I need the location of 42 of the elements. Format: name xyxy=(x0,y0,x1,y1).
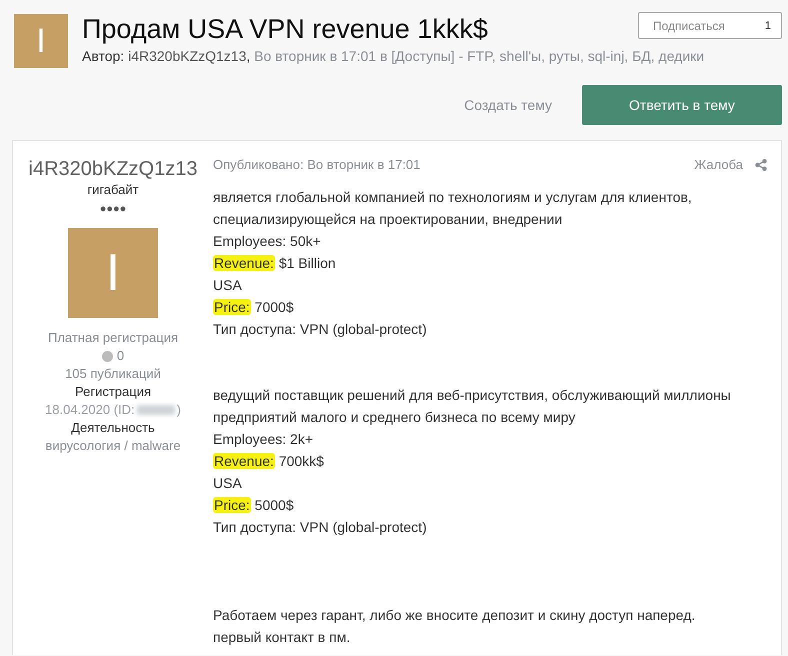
post-count: 105 публикаций xyxy=(65,365,161,383)
share-icon[interactable] xyxy=(755,158,767,170)
post-text-line: USA xyxy=(213,474,243,493)
post-text-line: Price: 5000$ xyxy=(213,496,295,515)
post-text-line: является глобальной компанией по технологиям и услугам для клиентов, xyxy=(213,188,693,207)
post-text-line: Employees: 50k+ xyxy=(213,232,322,251)
topic-meta: Во вторник в 17:01 в [Доступы] - FTP, shell'ы, руты, sql-inj, БД, дедики xyxy=(254,48,704,64)
member-group: Платная регистрация xyxy=(48,329,178,347)
author-avatar: I xyxy=(68,228,158,318)
reputation-icon xyxy=(102,350,113,362)
paren-text: ) xyxy=(176,401,181,419)
published-date: Опубликовано: Во вторник в 17:01 xyxy=(213,157,420,172)
post-text-line: Employees: 2k+ xyxy=(213,430,314,449)
subscriber-count: 1 xyxy=(764,20,771,32)
post-text-line: Тип доступа: VPN (global-protect) xyxy=(213,320,428,339)
report-link[interactable]: Жалоба xyxy=(694,157,743,172)
post-text-line: Revenue: $1 Billion xyxy=(213,254,337,273)
author-label: Автор: xyxy=(82,48,124,64)
blurred-id xyxy=(136,405,175,415)
topic-title: Продам USA VPN revenue 1kkk$ xyxy=(82,13,489,46)
comma-text: , xyxy=(246,48,250,64)
post-text-line: предприятий малого и среднего бизнеса по всему миру xyxy=(213,408,576,427)
activity-value: вирусология / malware xyxy=(45,437,181,455)
author-link[interactable]: i4R320bKZzQ1z13 xyxy=(128,48,246,64)
author-name[interactable]: i4R320bKZzQ1z13 xyxy=(28,157,198,181)
reply-button[interactable]: Ответить в тему xyxy=(582,85,782,125)
post-text-line: USA xyxy=(213,276,243,295)
post-text-line: специализирующейся на проектировании, внедрении xyxy=(213,210,564,229)
subscribe-button[interactable]: Подписаться 1 xyxy=(638,12,782,39)
rank-pips: ●●●● xyxy=(100,202,126,217)
registration-label: Регистрация xyxy=(75,383,151,401)
activity-label: Деятельность xyxy=(71,419,155,437)
registration-date: 18.04.2020 (ID: xyxy=(45,401,135,419)
post-text-line: первый контакт в пм. xyxy=(213,628,352,647)
post-text-line: ведущий поставщик решений для веб-присутствия, обслуживающий миллионы xyxy=(213,386,732,405)
post-text-line: Revenue: 700kk$ xyxy=(213,452,325,471)
post-text-line: Тип доступа: VPN (global-protect) xyxy=(213,518,428,537)
topic-avatar: I xyxy=(14,14,68,68)
reputation-count: 0 xyxy=(116,347,124,365)
post-text-line: Price: 7000$ xyxy=(213,298,295,317)
post-text-line: Работаем через гарант, либо же вносите депозит и скину доступ наперед. xyxy=(213,606,696,625)
author-rank: гигабайт xyxy=(87,181,139,199)
